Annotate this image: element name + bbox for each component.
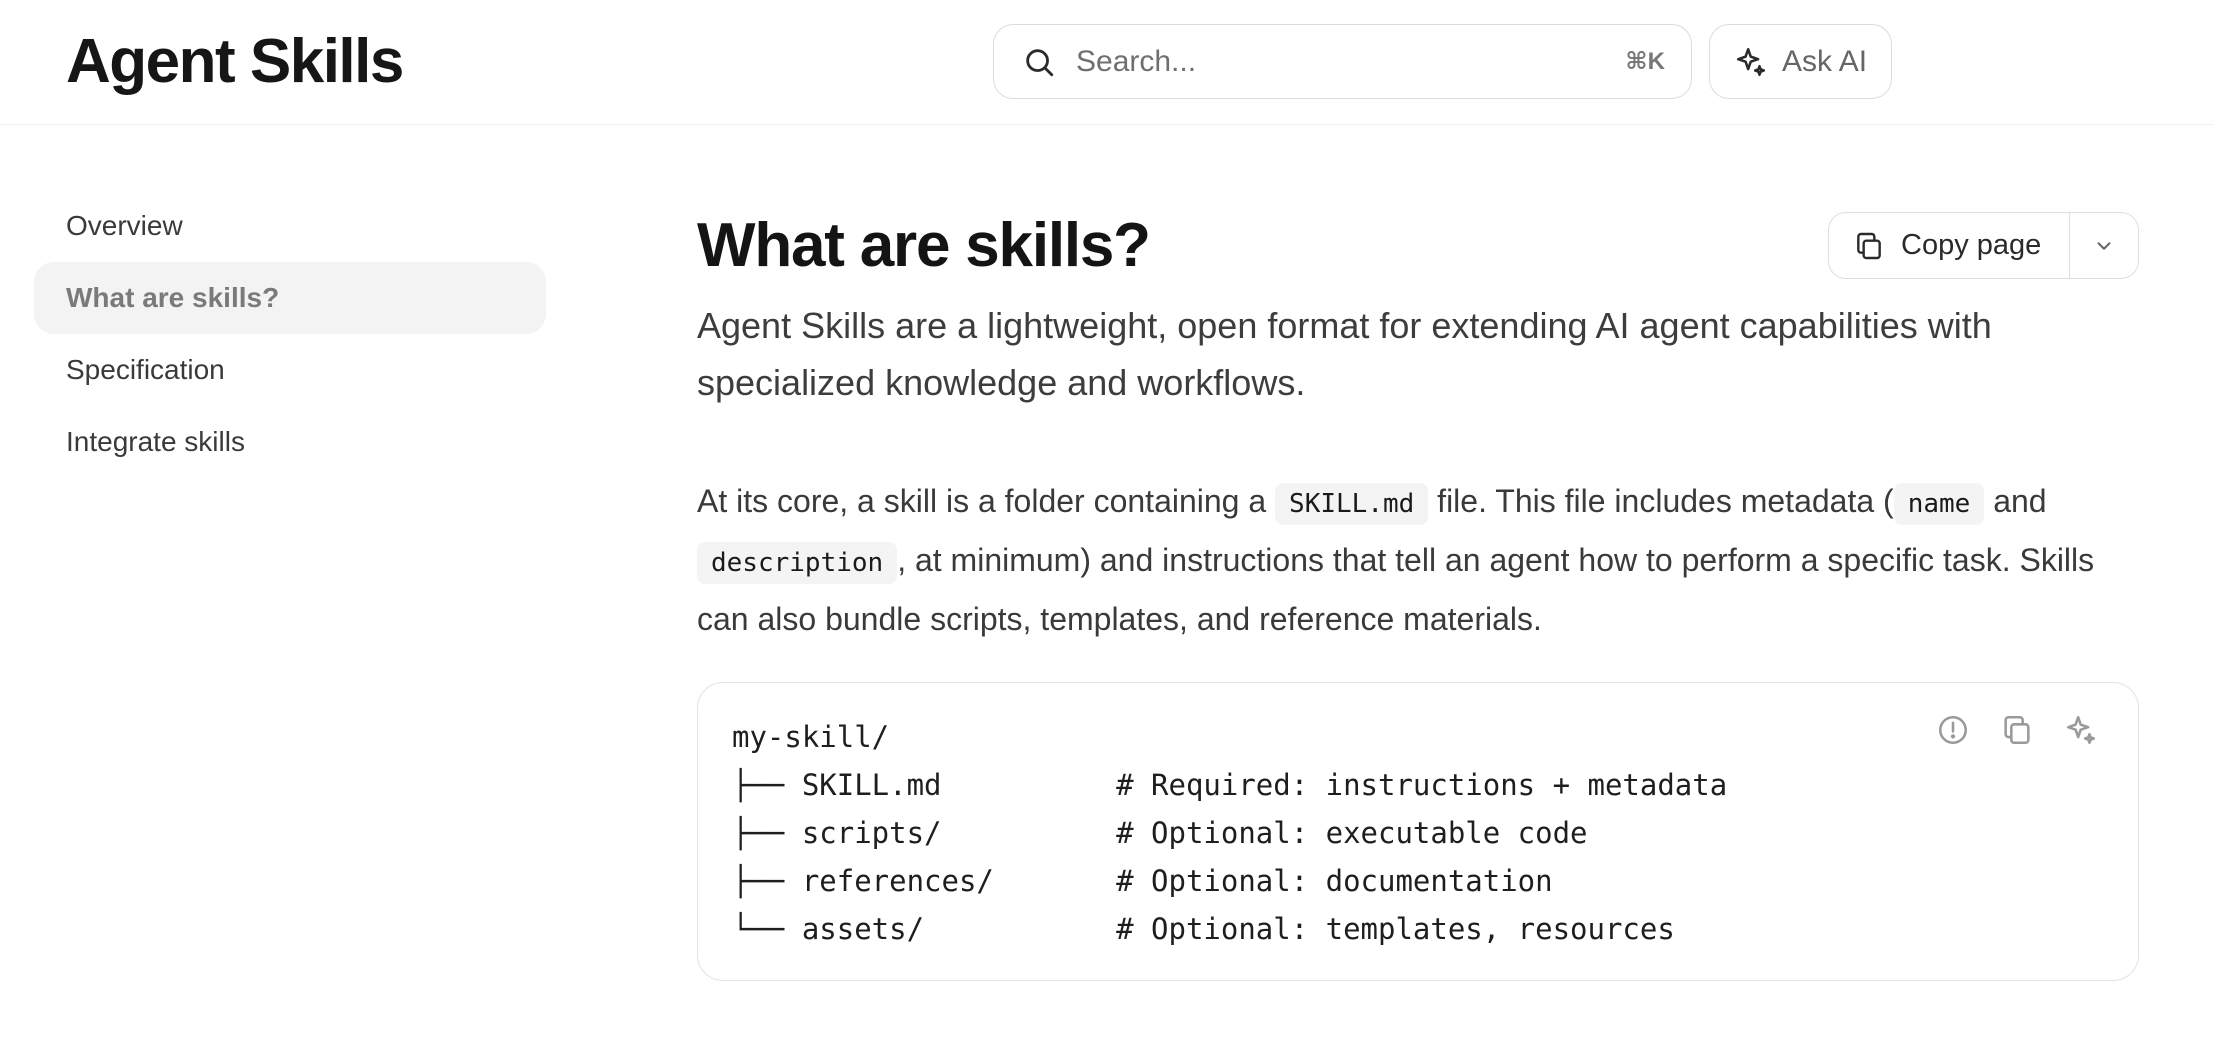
code-line: ├── SKILL.md # Required: instructions + … <box>732 768 1728 802</box>
lead-paragraph: Agent Skills are a lightweight, open for… <box>697 305 1992 403</box>
copy-code-icon[interactable] <box>2000 713 2034 747</box>
inline-code-description: description <box>697 542 898 584</box>
sidebar-nav: Overview What are skills? Specification … <box>34 190 546 478</box>
ask-ai-label: Ask AI <box>1782 44 1868 78</box>
inline-code-skill-md: SKILL.md <box>1275 483 1429 525</box>
copy-page-button[interactable]: Copy page <box>1829 213 2070 278</box>
para-text: file. This file includes metadata ( <box>1428 483 1894 519</box>
code-line: ├── references/ # Optional: documentatio… <box>732 864 1553 898</box>
search-shortcut: ⌘K <box>1625 48 1665 75</box>
copy-page-dropdown[interactable] <box>2070 213 2138 278</box>
search-box[interactable]: Search... ⌘K <box>993 24 1692 99</box>
para-text: , at minimum) and instructions that tell… <box>697 542 2095 637</box>
copy-page-label: Copy page <box>1901 229 2042 261</box>
para-text: and <box>1984 483 2047 519</box>
code-line: my-skill/ <box>732 720 890 754</box>
sparkle-icon <box>1736 47 1766 76</box>
sidebar-item-specification[interactable]: Specification <box>34 334 546 406</box>
sparkle-icon[interactable] <box>2064 713 2098 747</box>
search-placeholder: Search... <box>1076 44 1197 78</box>
code-actions <box>1936 713 2098 747</box>
body-paragraph: At its core, a skill is a folder contain… <box>697 473 2139 647</box>
code-line: ├── scripts/ # Optional: executable code <box>732 816 1588 850</box>
info-icon[interactable] <box>1936 713 1970 747</box>
chevron-down-icon <box>2097 241 2111 250</box>
code-lines: my-skill/ ├── SKILL.md # Required: instr… <box>732 713 1727 953</box>
copy-icon <box>1857 232 1881 259</box>
sidebar-item-integrate-skills[interactable]: Integrate skills <box>34 406 546 478</box>
copy-page-group: Copy page <box>1828 212 2139 279</box>
search-icon <box>1026 48 1054 76</box>
sidebar-item-what-are-skills[interactable]: What are skills? <box>34 262 546 334</box>
inline-code-name: name <box>1893 483 1985 525</box>
code-block[interactable]: my-skill/ ├── SKILL.md # Required: instr… <box>697 682 2139 981</box>
top-header: Agent Skills Search... ⌘K Ask AI <box>0 0 2214 125</box>
para-text: At its core, a skill is a folder contain… <box>697 483 1276 519</box>
site-title[interactable]: Agent Skills <box>66 24 404 100</box>
page-title: What are skills? <box>697 211 1151 280</box>
code-line: └── assets/ # Optional: templates, resou… <box>732 912 1675 946</box>
ask-ai-button[interactable]: Ask AI <box>1709 24 1892 99</box>
sidebar-item-overview[interactable]: Overview <box>34 190 546 262</box>
